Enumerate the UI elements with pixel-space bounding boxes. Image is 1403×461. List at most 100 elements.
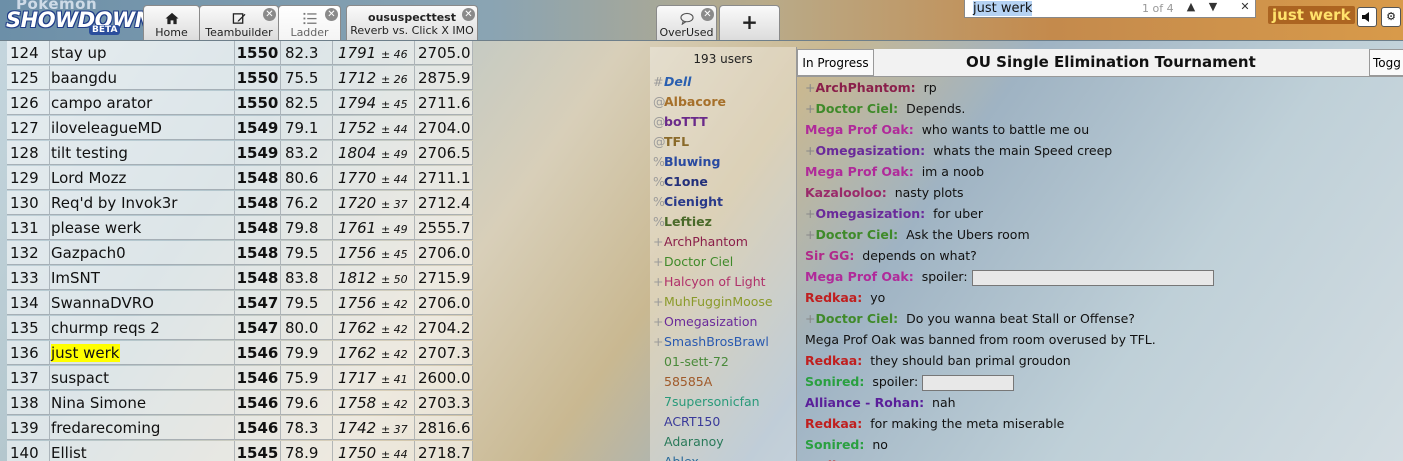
chat-username[interactable]: +Omegasization:: [805, 143, 925, 158]
ladder-elo: 1545: [235, 441, 281, 461]
settings-button[interactable]: ⚙: [1381, 7, 1401, 27]
ladder-username[interactable]: iloveleagueMD: [50, 116, 235, 140]
user-list-item[interactable]: #Dell: [650, 72, 796, 92]
chat-text: for uber: [933, 206, 983, 221]
ladder-username[interactable]: SwannaDVRO: [50, 291, 235, 315]
user-list-item[interactable]: Adaranoy: [650, 432, 796, 452]
ladder-username[interactable]: fredarecoming: [50, 416, 235, 440]
user-name: MuhFugginMoose: [664, 294, 773, 309]
chat-user-rank: +: [805, 206, 816, 221]
find-close-button[interactable]: ✕: [1235, 0, 1255, 17]
user-list-item[interactable]: 7supersonicfan: [650, 392, 796, 412]
ladder-username[interactable]: tilt testing: [50, 141, 235, 165]
ladder-username[interactable]: churmp reqs 2: [50, 316, 235, 340]
user-list-item[interactable]: +Halcyon of Light: [650, 272, 796, 292]
ladder-coil: 2715.9: [415, 266, 473, 290]
chat-username[interactable]: Kazalooloo:: [805, 185, 887, 200]
tab-overused[interactable]: OverUsed ✕: [656, 5, 717, 40]
user-list-item[interactable]: 58585A: [650, 372, 796, 392]
user-list-item[interactable]: +MuhFugginMoose: [650, 292, 796, 312]
close-teambuilder-icon[interactable]: ✕: [263, 8, 276, 21]
user-list-item[interactable]: +SmashBrosBrawl: [650, 332, 796, 352]
ladder-username[interactable]: Lord Mozz: [50, 166, 235, 190]
close-ladder-icon[interactable]: ✕: [325, 8, 338, 21]
chat-username[interactable]: Redkaa:: [805, 290, 862, 305]
ladder-username[interactable]: Gazpach0: [50, 241, 235, 265]
user-list-item[interactable]: +Omegasization: [650, 312, 796, 332]
chat-username[interactable]: Mega Prof Oak:: [805, 122, 914, 137]
user-list-item[interactable]: %C1one: [650, 172, 796, 192]
chat-username[interactable]: Redkaa:: [805, 416, 862, 431]
spoiler-block[interactable]: [922, 374, 1015, 391]
chat-username[interactable]: Mega Prof Oak:: [805, 269, 914, 284]
user-list-item[interactable]: +Doctor Ciel: [650, 252, 796, 272]
tab-home[interactable]: Home: [143, 5, 200, 40]
new-tab-button[interactable]: +: [719, 5, 780, 40]
ladder-username-text: stay up: [51, 44, 107, 62]
user-list-item[interactable]: @boTTT: [650, 112, 796, 132]
ladder-username[interactable]: campo arator: [50, 91, 235, 115]
tournament-toggle-button[interactable]: Togg: [1369, 49, 1403, 76]
chat-username-text: Mega Prof Oak:: [805, 122, 914, 137]
chat-username[interactable]: +Doctor Ciel:: [805, 101, 898, 116]
ladder-username[interactable]: Req'd by Invok3r: [50, 191, 235, 215]
ladder-glicko: 1750 ± 44: [333, 441, 415, 461]
find-input[interactable]: just werk: [973, 1, 1033, 16]
sound-button[interactable]: [1357, 7, 1377, 27]
beta-badge: BETA: [89, 25, 121, 35]
ladder-coil: 2711.6: [415, 91, 473, 115]
user-count[interactable]: 193 users: [650, 52, 796, 66]
list-icon: [303, 12, 316, 25]
find-next-button[interactable]: ▼: [1203, 0, 1223, 17]
tab-room-oususpecttest[interactable]: oususpecttest Reverb vs. Click X IMO ✕: [346, 5, 478, 40]
ladder-username[interactable]: suspact: [50, 366, 235, 390]
ladder-table: 124 stay up 1550 82.3 1791 ± 46 2705.0 125 baan…: [7, 41, 473, 461]
ladder-username[interactable]: just werk: [50, 341, 235, 365]
ladder-username[interactable]: Nina Simone: [50, 391, 235, 415]
chat-username[interactable]: +Doctor Ciel:: [805, 227, 898, 242]
ladder-username[interactable]: stay up: [50, 41, 235, 65]
ladder-glicko-deviation: ± 42: [380, 398, 408, 411]
chat-username[interactable]: +Doctor Ciel:: [805, 311, 898, 326]
user-list-item[interactable]: %Leftiez: [650, 212, 796, 232]
tab-teambuilder[interactable]: Teambuilder ✕: [199, 5, 279, 40]
user-list-item[interactable]: %Cienight: [650, 192, 796, 212]
user-list-item[interactable]: @TFL: [650, 132, 796, 152]
find-previous-button[interactable]: ▲: [1181, 0, 1201, 17]
user-list-item[interactable]: +ArchPhantom: [650, 232, 796, 252]
user-name: Ablex: [664, 454, 699, 461]
close-room-icon[interactable]: ✕: [462, 8, 475, 21]
chat-username[interactable]: Sonired:: [805, 437, 864, 452]
pokemon-showdown-logo[interactable]: Pokémon SHOWDOWN BETA: [2, 0, 152, 38]
user-list-item[interactable]: %Bluwing: [650, 152, 796, 172]
user-list-item[interactable]: 01-sett-72: [650, 352, 796, 372]
chat-username[interactable]: Sonired:: [805, 374, 864, 389]
chat-username[interactable]: +Omegasization:: [805, 206, 925, 221]
ladder-username[interactable]: Ellist: [50, 441, 235, 461]
user-list-item[interactable]: @Albacore: [650, 92, 796, 112]
ladder-coil: 2555.7: [415, 216, 473, 240]
chat-username[interactable]: Sir GG:: [805, 248, 854, 263]
tab-ladder[interactable]: Ladder ✕: [278, 5, 341, 40]
chat-username[interactable]: +ArchPhantom:: [805, 80, 916, 95]
chat-username-text: Sonired:: [805, 437, 865, 452]
user-list-item[interactable]: Ablex: [650, 452, 796, 461]
ladder-glicko-deviation: ± 46: [380, 48, 408, 61]
close-overused-icon[interactable]: ✕: [701, 8, 714, 21]
user-list: 193 users #Dell @Albacore @boTTT @TFL %Bluwi…: [650, 47, 797, 461]
ladder-glicko-rating: 1812: [338, 269, 377, 287]
ladder-username[interactable]: baangdu: [50, 66, 235, 90]
ladder-username[interactable]: please werk: [50, 216, 235, 240]
ladder-coil: 2706.0: [415, 291, 473, 315]
chat-username[interactable]: Mega Prof Oak:: [805, 164, 914, 179]
chat-username[interactable]: Redkaa:: [805, 353, 862, 368]
user-list-item[interactable]: ACRT150: [650, 412, 796, 432]
current-username[interactable]: just werk: [1268, 6, 1355, 24]
ladder-glicko-deviation: ± 37: [380, 423, 408, 436]
spoiler-block[interactable]: [971, 269, 1214, 286]
chat-username[interactable]: Alliance - Rohan:: [805, 395, 924, 410]
tournament-status-button[interactable]: In Progress: [797, 49, 874, 76]
ladder-glicko-rating: 1761: [338, 219, 377, 237]
ladder-username[interactable]: ImSNT: [50, 266, 235, 290]
ladder-glicko: 1717 ± 41: [333, 366, 415, 390]
